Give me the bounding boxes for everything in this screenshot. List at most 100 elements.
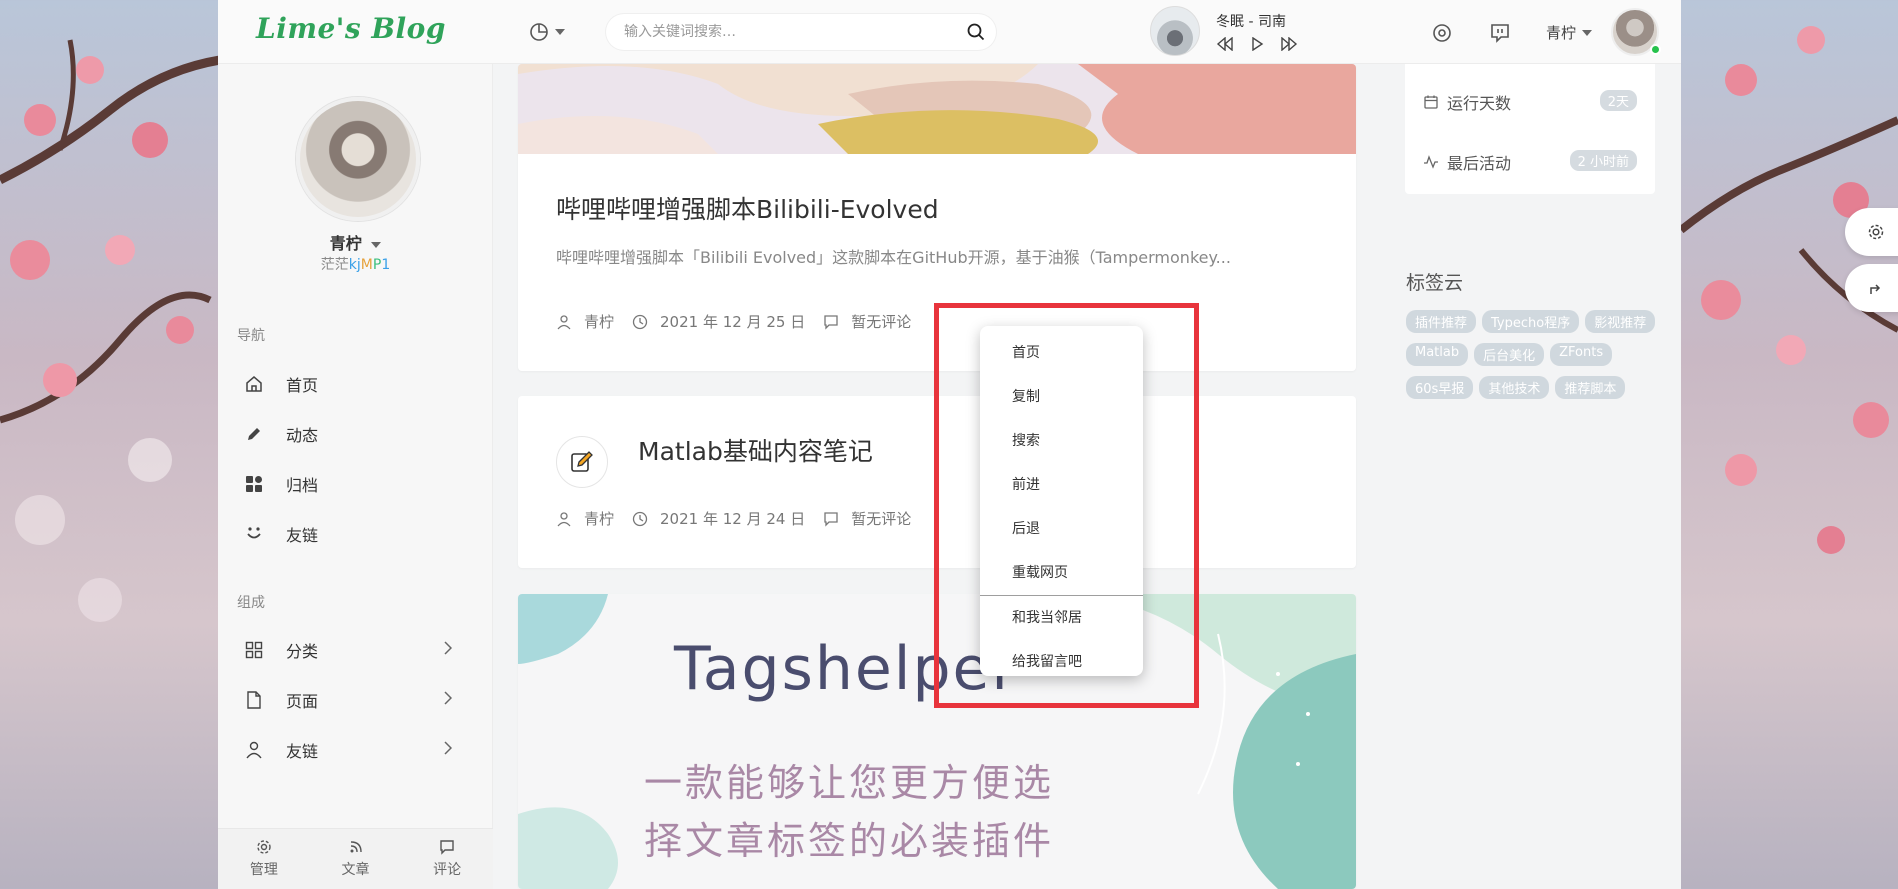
sakura-branch-left — [0, 39, 220, 622]
tag-chip[interactable]: 60s早报 — [1406, 376, 1474, 399]
rss-icon — [350, 841, 362, 853]
online-status-dot — [1650, 44, 1661, 55]
album-cover[interactable] — [1150, 6, 1200, 56]
tagcloud-title: 标签云 — [1406, 272, 1464, 294]
search-box — [606, 14, 996, 50]
sakura-branch-right — [1681, 26, 1898, 554]
banner-subtitle-line1: 一款能够让您更方便选 — [644, 761, 1055, 805]
arrow-up-icon — [1870, 284, 1881, 294]
stat-uptime: 运行天数 2天 — [1423, 90, 1637, 114]
message-box-icon[interactable] — [1489, 22, 1511, 44]
caret-down-icon — [555, 29, 565, 35]
search-icon[interactable] — [956, 23, 996, 41]
tag-chip[interactable]: 其他技术 — [1479, 376, 1550, 399]
ctx-item-neighbor[interactable]: 和我当邻居 — [980, 596, 1143, 640]
ctx-item-reload[interactable]: 重载网页 — [980, 551, 1143, 595]
target-icon[interactable] — [1431, 22, 1453, 44]
chevron-right-icon — [444, 691, 452, 705]
sidebar-item-category[interactable]: 分类 — [244, 630, 474, 670]
user-menu[interactable]: 青柠 — [1546, 22, 1593, 43]
post-title[interactable]: Matlab基础内容笔记 — [638, 432, 873, 468]
tag-chip[interactable]: 插件推荐 — [1406, 310, 1477, 333]
ctx-item-forward[interactable]: 前进 — [980, 463, 1143, 507]
post-date: 2021 年 12 月 24 日 — [660, 510, 806, 528]
category-icon — [244, 640, 264, 660]
gear-icon — [1868, 224, 1884, 240]
sidebar-item-pages[interactable]: 页面 — [244, 680, 474, 720]
profile-name[interactable]: 青柠 — [218, 230, 493, 254]
music-player: 冬眠 - 司南 — [1150, 6, 1298, 56]
archive-grid-icon — [244, 474, 264, 494]
footer-posts-button[interactable]: 文章 — [310, 829, 402, 889]
clock-icon — [632, 314, 648, 329]
search-input[interactable] — [606, 14, 956, 50]
ctx-item-copy[interactable]: 复制 — [980, 375, 1143, 419]
post-meta: 青柠 2021 年 12 月 25 日 暂无评论 — [556, 311, 929, 332]
comment-icon — [440, 840, 454, 855]
post-title[interactable]: 哔哩哔哩增强脚本Bilibili-Evolved — [556, 190, 939, 226]
user-name: 青柠 — [1546, 24, 1577, 42]
user-icon — [244, 740, 264, 760]
settings-float-button[interactable] — [1845, 208, 1898, 256]
tag-chip[interactable]: 后台美化 — [1474, 343, 1545, 366]
chevron-right-icon — [444, 741, 452, 755]
gear-icon — [257, 840, 271, 854]
time-menu[interactable] — [529, 22, 565, 42]
post-comments[interactable]: 暂无评论 — [851, 311, 911, 332]
sidebar-item-home[interactable]: 首页 — [244, 364, 474, 404]
calendar-icon — [1424, 95, 1438, 109]
site-logo[interactable]: Lime's Blog — [256, 12, 446, 45]
tag-chip[interactable]: Typecho程序 — [1482, 310, 1580, 333]
left-sidebar: 青柠 茫茫kjMP1 导航 首页 动态 归档 友链 组成 分类 页面 友链 管理… — [218, 64, 493, 889]
comment-icon — [824, 511, 838, 527]
tag-chip[interactable]: Matlab — [1406, 343, 1469, 366]
nav-section-label: 导航 — [237, 328, 265, 344]
footer-comments-button[interactable]: 评论 — [401, 829, 493, 889]
footer-admin-button[interactable]: 管理 — [218, 829, 310, 889]
stat-badge: 2 小时前 — [1569, 150, 1637, 171]
profile-avatar[interactable] — [296, 97, 420, 221]
tag-chip[interactable]: ZFonts — [1550, 343, 1613, 366]
ctx-item-message[interactable]: 给我留言吧 — [980, 640, 1143, 684]
pencil-icon — [244, 424, 264, 444]
ctx-item-back[interactable]: 后退 — [980, 507, 1143, 551]
caret-down-icon — [371, 241, 382, 248]
sidebar-item-links[interactable]: 友链 — [244, 514, 474, 554]
song-title: 冬眠 - 司南 — [1216, 14, 1286, 30]
chevron-right-icon — [444, 641, 452, 655]
clock-pie-icon — [530, 23, 548, 41]
user-icon — [557, 511, 571, 526]
play-icon[interactable] — [1250, 37, 1264, 51]
stat-badge: 2天 — [1599, 90, 1637, 111]
post-meta: 青柠 2021 年 12 月 24 日 暂无评论 — [556, 508, 929, 529]
sidebar-footer: 管理 文章 评论 — [218, 828, 493, 889]
previous-track-icon[interactable] — [1216, 37, 1234, 51]
banner-subtitle-line2: 择文章标签的必装插件 — [644, 819, 1055, 863]
stat-last-activity: 最后活动 2 小时前 — [1423, 150, 1637, 174]
home-icon — [244, 374, 264, 394]
caret-down-icon — [1582, 29, 1593, 36]
activity-icon — [1424, 155, 1438, 169]
user-icon — [557, 314, 571, 329]
profile-subtitle: 茫茫kjMP1 — [320, 257, 391, 273]
site-stats-card: 运行天数 2天 最后活动 2 小时前 — [1405, 64, 1655, 194]
sidebar-item-moments[interactable]: 动态 — [244, 414, 474, 454]
sidebar-item-friends[interactable]: 友链 — [244, 730, 474, 770]
tagcloud: 插件推荐 Typecho程序 影视推荐 Matlab 后台美化 ZFonts 6… — [1406, 310, 1656, 399]
back-to-top-button[interactable] — [1845, 264, 1898, 312]
edit-note-icon — [556, 436, 608, 488]
post-banner-image[interactable] — [518, 64, 1356, 154]
post-author[interactable]: 青柠 — [584, 508, 614, 529]
post-author[interactable]: 青柠 — [584, 311, 614, 332]
next-track-icon[interactable] — [1280, 37, 1298, 51]
sidebar-item-archive[interactable]: 归档 — [244, 464, 474, 504]
comment-icon — [824, 314, 838, 330]
post-comments[interactable]: 暂无评论 — [851, 508, 911, 529]
tag-chip[interactable]: 推荐脚本 — [1555, 376, 1626, 399]
tag-chip[interactable]: 影视推荐 — [1585, 310, 1656, 333]
context-menu: 首页 复制 搜索 前进 后退 重载网页 和我当邻居 给我留言吧 — [980, 326, 1143, 676]
ctx-item-search[interactable]: 搜索 — [980, 419, 1143, 463]
ctx-item-home[interactable]: 首页 — [980, 331, 1143, 375]
top-header: Lime's Blog 冬眠 - 司南 — [218, 0, 1681, 64]
clock-icon — [632, 511, 648, 526]
